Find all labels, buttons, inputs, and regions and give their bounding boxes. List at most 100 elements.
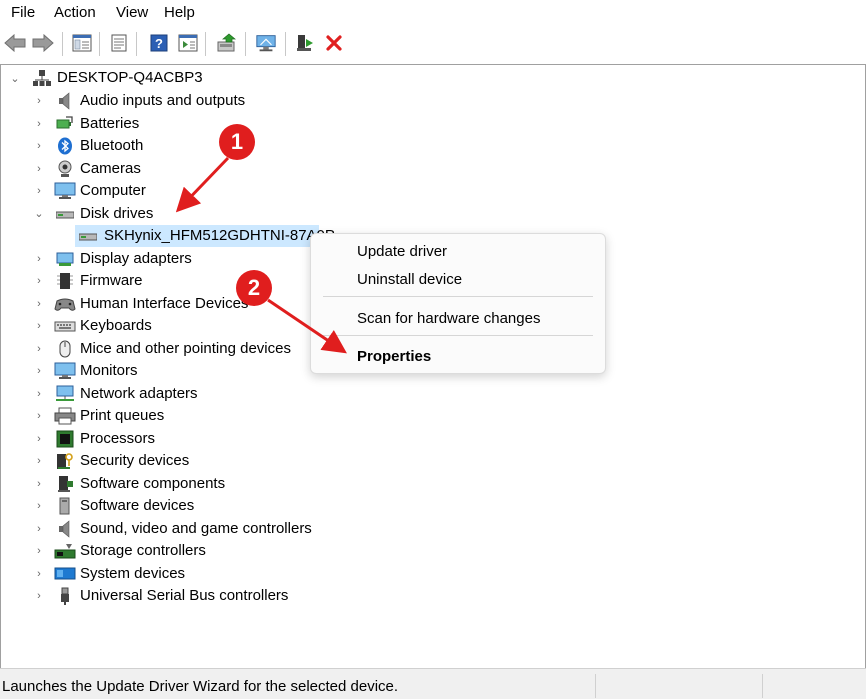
chevron-right-icon[interactable]: › [34, 315, 44, 337]
tree-item-cameras[interactable]: › Cameras [1, 158, 301, 180]
help-button[interactable]: ? [148, 32, 170, 54]
uninstall-x-icon [326, 35, 342, 51]
tree-item-software-components[interactable]: › Software components [1, 473, 301, 495]
tree-item-label: Display adapters [80, 249, 192, 267]
keyboard-icon [54, 321, 76, 332]
tree-item-label: Software components [80, 474, 226, 492]
forward-arrow-icon [32, 34, 54, 52]
chevron-right-icon[interactable]: › [34, 180, 44, 202]
tree-item-batteries[interactable]: › Batteries [1, 113, 301, 135]
monitor-icon [54, 362, 76, 379]
tree-item-display-adapters[interactable]: › Display adapters [1, 248, 301, 270]
tree-item-usb[interactable]: › Universal Serial Bus controllers [1, 585, 301, 607]
system-device-icon [54, 567, 76, 579]
tree-item-label: Keyboards [80, 317, 152, 334]
toolbar-separator [285, 32, 286, 56]
chevron-right-icon[interactable]: › [34, 293, 44, 315]
speaker-icon [59, 519, 70, 538]
chevron-right-icon[interactable]: › [34, 338, 44, 360]
tree-item-computer[interactable]: › Computer [1, 180, 301, 202]
menu-view[interactable]: View [116, 4, 148, 22]
chevron-down-icon[interactable]: ⌄ [34, 203, 44, 225]
tree-item-label: Processors [80, 429, 156, 447]
tree-item-disk-drives[interactable]: ⌄ Disk drives [1, 203, 301, 225]
tree-item-storage-controllers[interactable]: › Storage controllers [1, 540, 301, 562]
tree-item-label: Disk drives [80, 204, 154, 222]
chevron-down-icon[interactable]: ⌄ [10, 67, 20, 89]
scan-hardware-button[interactable] [255, 32, 277, 54]
bluetooth-icon [58, 137, 72, 155]
tree-item-label: Universal Serial Bus controllers [80, 587, 289, 604]
action-pane-icon [178, 34, 198, 52]
context-separator [323, 296, 593, 297]
tree-item-label: System devices [80, 564, 186, 582]
display-adapter-icon [56, 252, 74, 266]
chevron-right-icon[interactable]: › [34, 113, 44, 135]
tree-item-sound-video[interactable]: › Sound, video and game controllers [1, 518, 321, 540]
chevron-right-icon[interactable]: › [34, 495, 44, 517]
chevron-right-icon[interactable]: › [34, 270, 44, 292]
uninstall-device-button[interactable] [323, 32, 345, 54]
svg-text:?: ? [155, 36, 163, 51]
show-hide-tree-button[interactable] [71, 32, 93, 54]
chevron-right-icon[interactable]: › [34, 563, 44, 585]
context-uninstall-device[interactable]: Uninstall device [357, 270, 462, 290]
context-scan-hardware[interactable]: Scan for hardware changes [357, 309, 540, 329]
tree-item-security[interactable]: › Security devices [1, 450, 301, 472]
chevron-right-icon[interactable]: › [34, 585, 44, 607]
tree-item-keyboards[interactable]: › Keyboards [1, 315, 301, 337]
status-separator [595, 674, 596, 698]
chevron-right-icon[interactable]: › [34, 473, 44, 495]
firmware-icon [57, 273, 73, 289]
tree-item-network[interactable]: › Network adapters [1, 383, 301, 405]
context-update-driver[interactable]: Update driver [357, 242, 447, 262]
security-icon [57, 453, 73, 469]
context-properties[interactable]: Properties [357, 347, 431, 367]
forward-button[interactable] [32, 32, 54, 54]
tree-item-print-queues[interactable]: › Print queues [1, 405, 301, 427]
chevron-right-icon[interactable]: › [34, 360, 44, 382]
action-pane-button[interactable] [177, 32, 199, 54]
tree-item-label: Storage controllers [80, 542, 206, 559]
chevron-right-icon[interactable]: › [34, 135, 44, 157]
menu-action[interactable]: Action [54, 4, 96, 22]
update-driver-button[interactable] [216, 32, 238, 54]
chevron-right-icon[interactable]: › [34, 90, 44, 112]
tree-item-label: Bluetooth [80, 137, 144, 154]
chevron-right-icon[interactable]: › [34, 428, 44, 450]
show-hide-console-tree-icon [72, 34, 92, 52]
tree-item-bluetooth[interactable]: › Bluetooth [1, 135, 301, 157]
toolbar-separator [136, 32, 137, 56]
tree-item-label: Network adapters [80, 384, 198, 402]
usb-icon [61, 587, 69, 605]
tree-item-system-devices[interactable]: › System devices [1, 563, 301, 585]
menu-file[interactable]: File [11, 4, 35, 22]
status-text: Launches the Update Driver Wizard for th… [2, 678, 399, 695]
back-button[interactable] [4, 32, 26, 54]
chevron-right-icon[interactable]: › [34, 518, 44, 540]
chevron-right-icon[interactable]: › [34, 405, 44, 427]
chevron-right-icon[interactable]: › [34, 158, 44, 180]
tree-item-skhynix-drive[interactable]: SKHynix_HFM512GDHTNI-87A0P [1, 225, 335, 247]
properties-button[interactable] [108, 32, 130, 54]
menu-bar: File Action View Help [0, 0, 866, 26]
disk-drive-icon [56, 211, 74, 218]
tree-item-audio[interactable]: › Audio inputs and outputs [1, 90, 301, 112]
menu-help[interactable]: Help [164, 4, 195, 22]
status-separator [762, 674, 763, 698]
tree-item-processors[interactable]: › Processors [1, 428, 301, 450]
mouse-icon [59, 340, 71, 357]
chevron-right-icon[interactable]: › [34, 540, 44, 562]
tree-item-monitors[interactable]: › Monitors [1, 360, 301, 382]
chevron-right-icon[interactable]: › [34, 450, 44, 472]
chevron-right-icon[interactable]: › [34, 383, 44, 405]
tree-item-mice[interactable]: › Mice and other pointing devices [1, 338, 301, 360]
enable-device-button[interactable] [294, 32, 316, 54]
monitor-icon [54, 182, 76, 199]
toolbar-separator [205, 32, 206, 56]
tree-item-label: Computer [80, 182, 146, 199]
tree-item-software-devices[interactable]: › Software devices [1, 495, 301, 517]
tree-root-row[interactable]: ⌄ DESKTOP-Q4ACBP3 [1, 67, 301, 89]
chevron-right-icon[interactable]: › [34, 248, 44, 270]
tree-root-label: DESKTOP-Q4ACBP3 [57, 69, 203, 86]
